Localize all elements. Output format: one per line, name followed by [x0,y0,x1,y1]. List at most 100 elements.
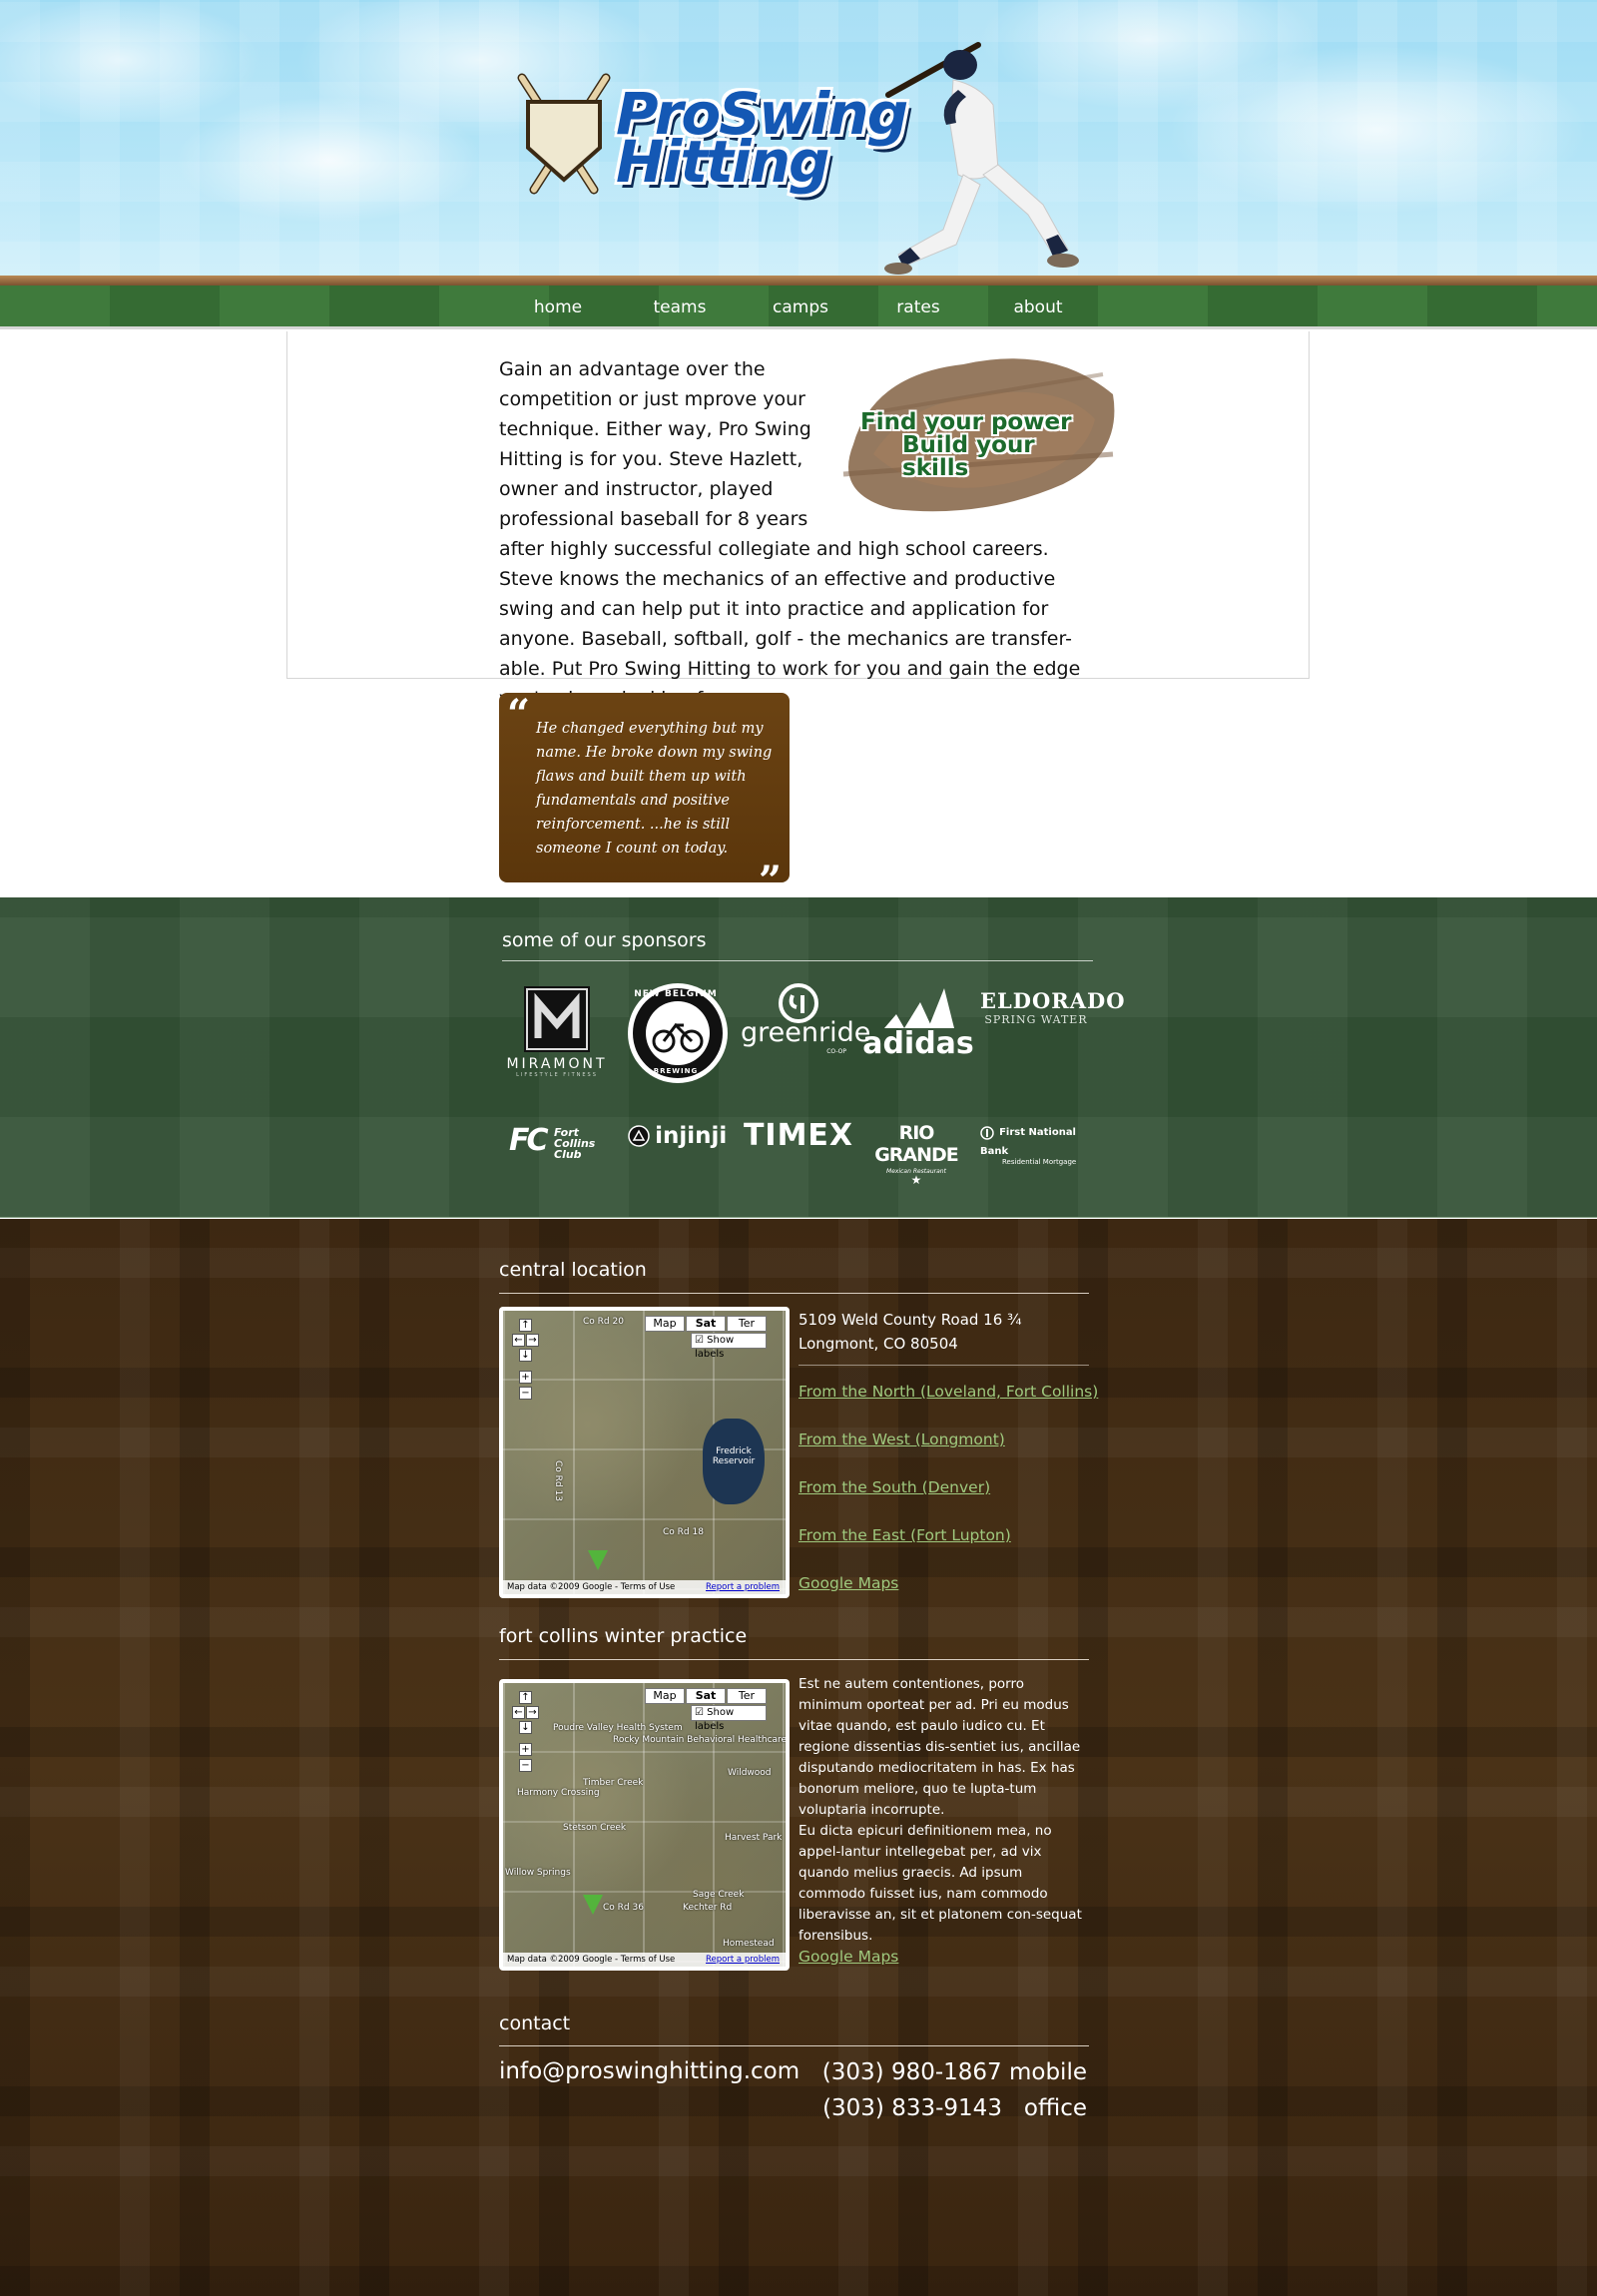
sponsor-timex-logo[interactable]: TIMEX [739,1118,858,1153]
contact-phone-office[interactable]: (303) 833-9143 office [779,2095,1087,2121]
winter-practice-map[interactable]: Map Sat Ter ☑ Show labels ↑ ← → ↓ + − Po… [499,1679,790,1971]
nav-about[interactable]: about [981,286,1095,329]
lake-label: Fredrick Reservoir [703,1419,765,1504]
google-maps-link[interactable]: Google Maps [798,1574,898,1592]
pan-right-icon[interactable]: → [526,1706,539,1719]
pan-up-icon[interactable]: ↑ [519,1691,532,1704]
winter-google-maps-link[interactable]: Google Maps [798,1948,898,1966]
road-label: Co Rd 20 [583,1317,624,1327]
miramont-icon [524,986,590,1052]
sponsors-rule [502,960,1093,961]
sponsor-new-belgium-name: NEW BELGIUM [634,989,718,999]
map-type-map-button[interactable]: Map [645,1688,685,1704]
map-marker-icon[interactable] [588,1550,608,1570]
fc-monogram-icon: FC [509,1123,548,1158]
address-line-2: Longmont, CO 80504 [798,1335,958,1353]
central-location-map[interactable]: Map Sat Ter ☑ Show labels ↑ ← → ↓ + − Co… [499,1307,790,1598]
place-label: Harvest Park [725,1833,783,1843]
tagline-line-2: Build your skills [902,432,1035,481]
winter-practice-rule [499,1659,1089,1660]
report-problem-link[interactable]: Report a problem [706,1580,780,1594]
contact-title: contact [499,2012,571,2034]
sponsor-new-belgium-sub: BREWING [653,1067,699,1075]
contact-email[interactable]: info@proswinghitting.com [499,2058,799,2084]
zoom-out-icon[interactable]: − [519,1759,532,1772]
road-label: Co Rd 13 [553,1460,563,1501]
sponsor-fort-collins-club-name: Fort Collins Club [554,1126,596,1161]
winter-practice-paragraph-2: Eu dicta epicuri definitionem mea, no ap… [798,1823,1082,1944]
map-type-map-button[interactable]: Map [645,1316,685,1332]
pan-down-icon[interactable]: ↓ [519,1721,532,1734]
map-type-sat-button[interactable]: Sat [686,1688,726,1704]
address: 5109 Weld County Road 16 ¾ Longmont, CO … [798,1308,1022,1356]
zoom-in-icon[interactable]: + [519,1743,532,1756]
place-label: Co Rd 36 [603,1903,644,1913]
place-label: Timber Creek [583,1778,644,1788]
sponsor-injinji-logo[interactable]: injinji [628,1123,730,1149]
road-label: Co Rd 18 [663,1527,704,1537]
checkbox-icon: ☑ [695,1707,704,1718]
tagline: Find your power Build your skills [860,411,1090,480]
bank-icon [980,1125,994,1140]
place-label: Rocky Mountain Behavioral Healthcare [613,1735,786,1745]
zoom-out-icon[interactable]: − [519,1387,532,1400]
sponsor-miramont-name: MIRAMONT [506,1056,608,1072]
pan-down-icon[interactable]: ↓ [519,1349,532,1362]
zoom-in-icon[interactable]: + [519,1371,532,1384]
contact-phone-mobile[interactable]: (303) 980-1867 mobile [779,2059,1087,2085]
nav-list: home teams camps rates about [502,286,1095,329]
sponsor-adidas-logo[interactable]: adidas [862,984,974,1061]
map-type-ter-button[interactable]: Ter [727,1316,767,1332]
sponsor-new-belgium-logo[interactable]: NEW BELGIUM BREWING [624,981,732,1089]
nav-teams[interactable]: teams [614,286,746,329]
header-divider [0,276,1597,286]
place-label: Homestead [723,1939,775,1949]
central-location-rule [499,1293,1089,1294]
sponsor-rio-grande-name: RIO GRANDE [874,1122,959,1166]
directions-south-link[interactable]: From the South (Denver) [798,1478,990,1496]
pan-up-icon[interactable]: ↑ [519,1319,532,1332]
place-label: Wildwood [728,1768,772,1778]
sponsor-adidas-name: adidas [862,1026,974,1061]
crossed-bats-plate-icon [517,73,611,195]
sponsors-title: some of our sponsors [502,929,707,951]
place-label: Harmony Crossing [517,1788,600,1798]
nav-camps[interactable]: camps [746,286,855,329]
pan-left-icon[interactable]: ← [512,1334,525,1347]
map-marker-icon[interactable] [583,1895,603,1915]
map-attribution: Map data ©2009 Google - Terms of Use Rep… [503,1953,786,1967]
directions-north-link[interactable]: From the North (Loveland, Fort Collins) [798,1383,1098,1401]
star-icon: ★ [910,1173,922,1187]
place-label: Poudre Valley Health System [553,1723,683,1733]
pan-left-icon[interactable]: ← [512,1706,525,1719]
central-location-map-canvas[interactable]: Map Sat Ter ☑ Show labels ↑ ← → ↓ + − Co… [503,1311,786,1594]
pan-right-icon[interactable]: → [526,1334,539,1347]
sponsor-greenride-name: greenride [741,1017,871,1048]
logo-text-hitting: Hitting [616,128,830,196]
map-type-sat-button[interactable]: Sat [686,1316,726,1332]
show-labels-checkbox[interactable]: ☑ Show labels [691,1333,767,1360]
sponsor-first-national-bank-logo[interactable]: First National Bank Residential Mortgage [980,1122,1096,1166]
sponsor-fort-collins-club-logo[interactable]: FC Fort Collins Club [509,1123,617,1161]
directions-west-link[interactable]: From the West (Longmont) [798,1431,1005,1448]
report-problem-link[interactable]: Report a problem [706,1953,780,1967]
nav-home[interactable]: home [502,286,614,329]
sponsor-miramont-logo[interactable]: MIRAMONT LIFESTYLE FITNESS [501,986,613,1078]
winter-practice-map-canvas[interactable]: Map Sat Ter ☑ Show labels ↑ ← → ↓ + − Po… [503,1683,786,1967]
sponsor-first-national-bank-name: First National Bank [980,1127,1076,1157]
map-type-ter-button[interactable]: Ter [727,1688,767,1704]
directions-east-link[interactable]: From the East (Fort Lupton) [798,1526,1011,1544]
sponsor-rio-grande-logo[interactable]: RIO GRANDE Mexican Restaurant ★ [860,1122,972,1187]
place-label: Sage Creek [693,1890,745,1900]
injinji-icon [628,1125,650,1147]
sponsor-timex-name: TIMEX [743,1118,854,1153]
sponsor-eldorado-logo[interactable]: ELDORADO SPRING WATER [980,988,1125,1026]
sponsor-greenride-logo[interactable]: greenride CO-OP [741,983,871,1055]
main-nav: home teams camps rates about [0,286,1597,329]
site-logo[interactable]: ProSwing Hitting [514,72,908,202]
winter-practice-title: fort collins winter practice [499,1625,748,1647]
sponsor-greenride-sub: CO-OP [826,1048,846,1055]
nav-rates[interactable]: rates [855,286,981,329]
show-labels-checkbox[interactable]: ☑ Show labels [691,1705,767,1732]
adidas-stripes-icon [884,988,954,1028]
